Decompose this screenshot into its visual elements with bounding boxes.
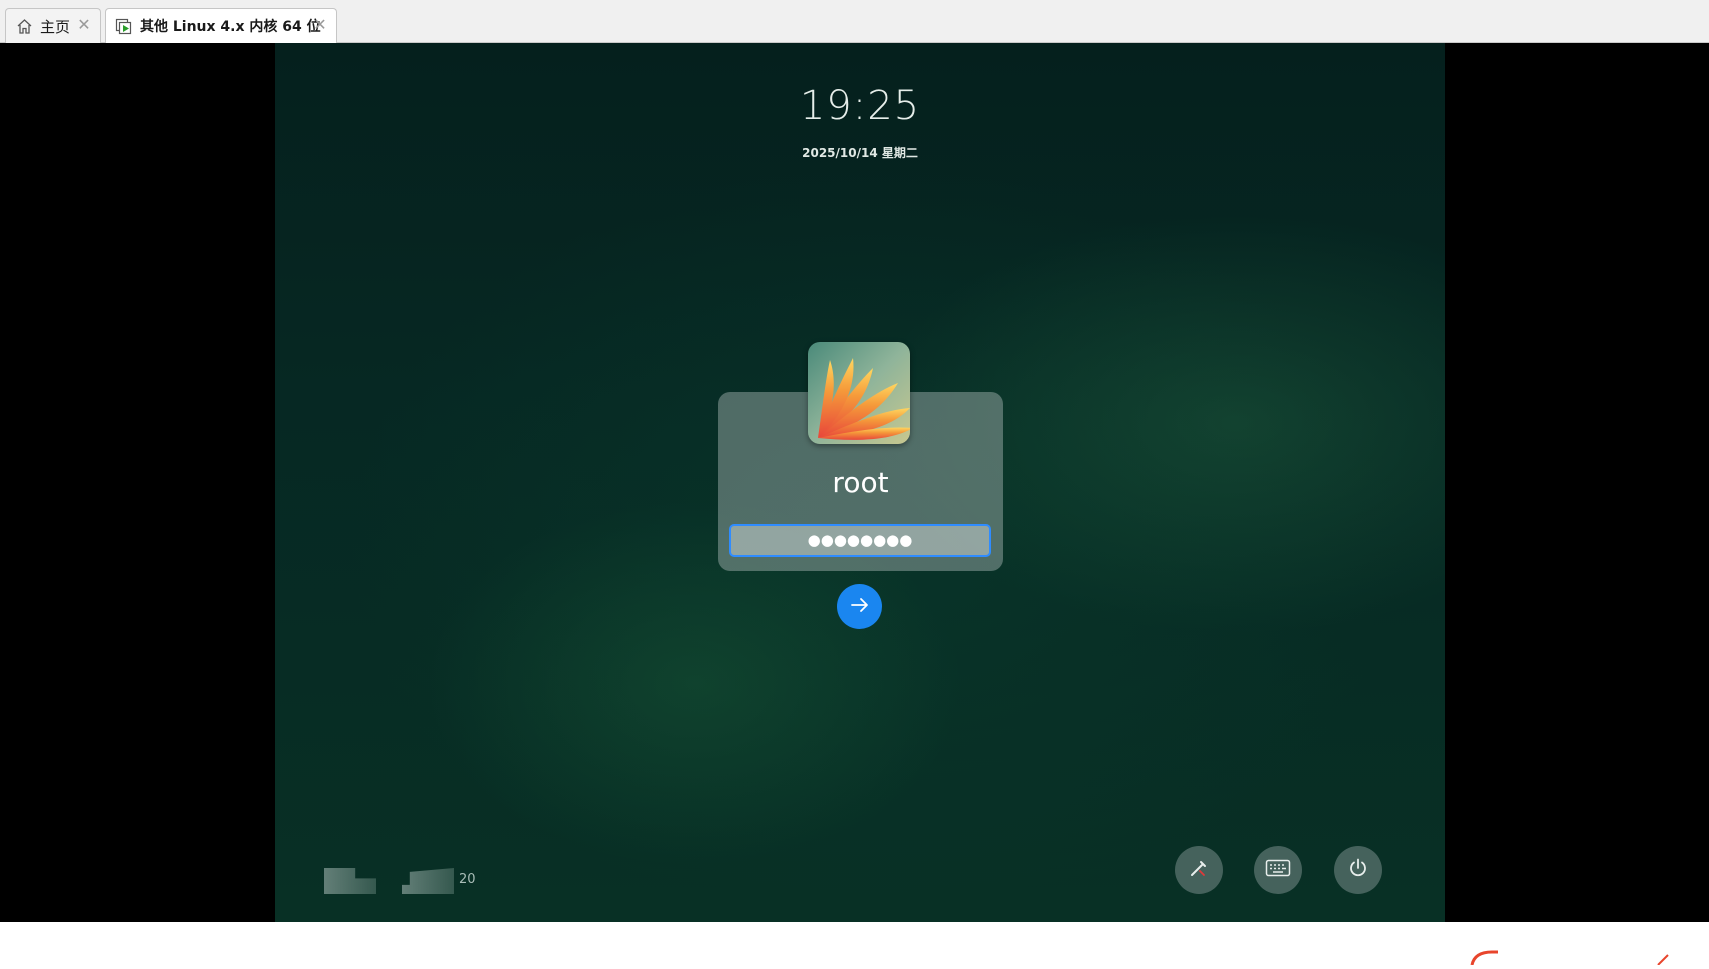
pen-icon	[1188, 857, 1210, 883]
password-input[interactable]: ●●●●●●●●	[729, 524, 991, 557]
lock-screen: 19:25 2025/10/14 星期二 root ●●●●●●●● 20	[275, 43, 1445, 922]
vm-display[interactable]: 19:25 2025/10/14 星期二 root ●●●●●●●● 20	[0, 43, 1709, 966]
keyboard-button[interactable]	[1254, 846, 1302, 894]
clock-date: 2025/10/14 星期二	[802, 146, 918, 160]
clock-time: 19:25	[799, 83, 921, 129]
close-icon[interactable]: ✕	[312, 17, 328, 33]
power-icon	[1347, 857, 1369, 883]
submit-button[interactable]	[837, 584, 882, 629]
corner-overlay	[1468, 949, 1709, 966]
tray-indicator	[324, 868, 376, 894]
tray-number: 20	[459, 872, 476, 887]
tab-home[interactable]: 主页 ✕	[5, 8, 101, 43]
vm-play-icon	[114, 16, 134, 36]
tab-vm-label: 其他 Linux 4.x 内核 64 位	[140, 19, 321, 35]
tab-vm[interactable]: 其他 Linux 4.x 内核 64 位 ✕	[105, 8, 337, 43]
arrow-right-icon	[849, 594, 871, 620]
tab-home-label: 主页	[40, 17, 71, 36]
keyboard-icon	[1265, 858, 1291, 882]
username-label: root	[832, 466, 889, 499]
tray-indicator	[402, 868, 454, 894]
power-button[interactable]	[1334, 846, 1382, 894]
tab-bar: 主页 ✕ 其他 Linux 4.x 内核 64 位 ✕	[0, 0, 1709, 43]
pen-button[interactable]	[1175, 846, 1223, 894]
home-icon	[14, 16, 34, 36]
close-icon[interactable]: ✕	[76, 17, 92, 33]
avatar[interactable]	[808, 342, 910, 444]
